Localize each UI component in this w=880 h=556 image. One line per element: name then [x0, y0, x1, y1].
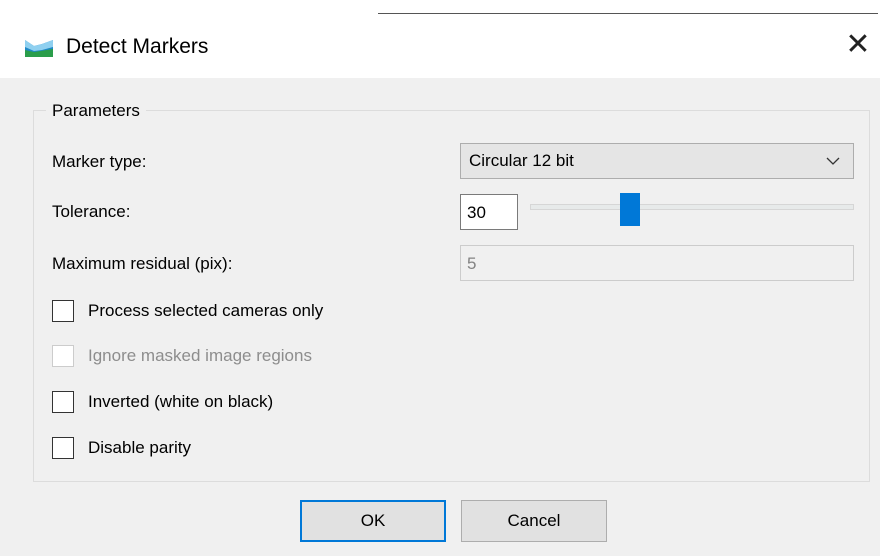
tolerance-label: Tolerance:	[52, 202, 131, 221]
tolerance-input[interactable]: 30	[460, 194, 518, 230]
process-selected-cameras-label[interactable]: Process selected cameras only	[88, 301, 323, 321]
ok-button[interactable]: OK	[300, 500, 446, 542]
parameters-group-title: Parameters	[46, 101, 146, 121]
marker-type-select[interactable]: Circular 12 bit	[460, 143, 854, 179]
window-title: Detect Markers	[66, 35, 209, 58]
dialog-body: Parameters Marker type: Circular 12 bit …	[0, 78, 880, 556]
window-top-edge	[0, 0, 880, 16]
ignore-masked-regions-checkbox	[52, 345, 74, 367]
tolerance-slider-track[interactable]	[530, 204, 854, 210]
title-bar: Detect Markers ✕	[0, 16, 880, 78]
inverted-label[interactable]: Inverted (white on black)	[88, 392, 273, 412]
app-icon	[25, 40, 53, 57]
close-icon[interactable]: ✕	[842, 30, 874, 62]
disable-parity-checkbox[interactable]	[52, 437, 74, 459]
marker-type-label: Marker type:	[52, 152, 147, 171]
cancel-button[interactable]: Cancel	[461, 500, 607, 542]
tolerance-slider-thumb[interactable]	[620, 193, 640, 226]
inverted-checkbox[interactable]	[52, 391, 74, 413]
disable-parity-label[interactable]: Disable parity	[88, 438, 191, 458]
ignore-masked-regions-label: Ignore masked image regions	[88, 346, 312, 365]
max-residual-label: Maximum residual (pix):	[52, 254, 233, 273]
max-residual-field[interactable]: 5	[460, 245, 854, 281]
marker-type-value: Circular 12 bit	[469, 151, 574, 170]
chevron-down-icon	[826, 157, 840, 165]
process-selected-cameras-checkbox[interactable]	[52, 300, 74, 322]
